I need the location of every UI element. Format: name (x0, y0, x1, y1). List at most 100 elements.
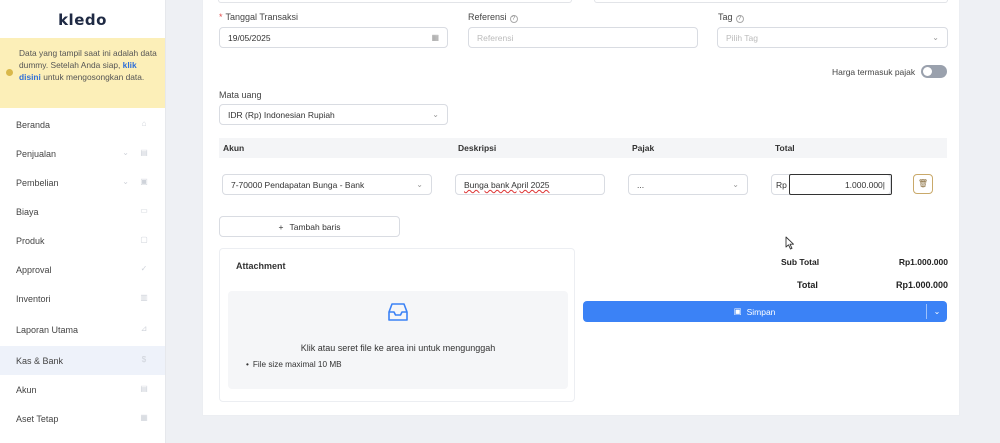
info-dot-icon (6, 69, 13, 76)
subtotal-value: Rp1.000.000 (898, 257, 948, 267)
deskripsi-input[interactable]: Bunga bank April 2025 (455, 174, 605, 195)
plus-icon: + (278, 221, 284, 232)
tanggal-value: 19/05/2025 (228, 33, 271, 43)
sidebar-item-label: Approval (16, 264, 52, 275)
total-amount: Rp1.000.000 (895, 280, 948, 290)
sidebar-item-label: Akun (16, 384, 37, 395)
attachment-section: Attachment Klik atau seret file ke area … (219, 248, 575, 402)
currency-prefix: Rp (776, 180, 787, 190)
inbox-icon (388, 303, 408, 321)
app-logo[interactable]: kledo (0, 0, 165, 40)
mata-uang-select[interactable]: IDR (Rp) Indonesian Rupiah ⌄ (219, 104, 448, 125)
header-deskripsi: Deskripsi (458, 143, 497, 153)
box-icon: ▢ (140, 235, 148, 244)
sidebar-item-label: Inventori (16, 293, 51, 304)
subtotal-label: Sub Total (781, 257, 820, 267)
notice-text-after: untuk mengosongkan data. (43, 72, 145, 82)
sidebar-item-label: Produk (16, 235, 45, 246)
building-icon: ▦ (140, 413, 148, 422)
file-dropzone[interactable]: Klik atau seret file ke area ini untuk m… (228, 291, 568, 389)
basket-icon: ▤ (140, 148, 148, 157)
help-icon[interactable]: ? (509, 15, 518, 23)
toggle-knob (923, 67, 932, 76)
dollar-icon: $ (141, 355, 147, 364)
save-options-button[interactable]: ⌄ (927, 301, 947, 322)
save-label: Simpan (746, 306, 776, 317)
delete-row-button[interactable]: 🗑 (913, 174, 933, 194)
pajak-select[interactable]: ... ⌄ (628, 174, 748, 195)
warehouse-icon: ▥ (140, 293, 148, 302)
mata-uang-label: Mata uang (219, 90, 262, 100)
chevron-down-icon: ⌄ (122, 148, 129, 157)
akun-select[interactable]: 7-70000 Pendapatan Bunga - Bank ⌄ (222, 174, 432, 195)
ledger-icon: ▤ (140, 384, 148, 393)
sidebar-item-inventori[interactable]: Inventori ▥ (0, 284, 165, 313)
tag-label-text: Tag (718, 12, 733, 22)
sidebar-item-penjualan[interactable]: Penjualan ⌄ ▤ (0, 139, 165, 168)
referensi-label: Referensi? (468, 12, 518, 23)
deskripsi-value: Bunga bank April 2025 (464, 180, 550, 190)
attachment-title: Attachment (236, 261, 286, 271)
add-row-label: Tambah baris (289, 221, 341, 232)
tag-label: Tag? (718, 12, 744, 23)
sidebar-nav: Beranda ⌂ Penjualan ⌄ ▤ Pembelian ⌄ ▣ Bi… (0, 110, 165, 433)
tanggal-label-text: Tanggal Transaksi (225, 12, 299, 22)
sidebar-item-pembelian[interactable]: Pembelian ⌄ ▣ (0, 168, 165, 197)
file-size-note: File size maximal 10 MB (246, 360, 342, 369)
save-button-group: ▣ Simpan ⌄ (583, 301, 947, 322)
dummy-data-notice: Data yang tampil saat ini adalah data du… (0, 38, 165, 108)
harga-pajak-toggle[interactable] (921, 65, 947, 78)
total-label: Total (797, 280, 818, 290)
chevron-down-icon: ⌄ (933, 307, 941, 316)
tanggal-transaksi-input[interactable]: 19/05/2025 ▦ (219, 27, 448, 48)
total-input-group: Rp 1.000.000| (771, 174, 892, 195)
mouse-cursor-icon (785, 236, 794, 250)
trash-icon: 🗑 (917, 179, 929, 188)
chevron-down-icon: ⌄ (932, 33, 939, 42)
sidebar-item-approval[interactable]: Approval ✓ (0, 255, 165, 284)
sidebar-item-label: Laporan Utama (16, 324, 79, 335)
referensi-input[interactable]: Referensi (468, 27, 698, 48)
sidebar-item-laporan-utama[interactable]: Laporan Utama ⊿ (0, 313, 165, 346)
help-icon[interactable]: ? (735, 15, 744, 23)
akun-value: 7-70000 Pendapatan Bunga - Bank (231, 180, 365, 190)
dropzone-text: Klik atau seret file ke area ini untuk m… (300, 343, 496, 353)
field-above-left (218, 0, 572, 3)
tag-select[interactable]: Pilih Tag ⌄ (717, 27, 948, 48)
pajak-value: ... (637, 180, 645, 190)
sidebar-item-label: Kas & Bank (16, 355, 64, 366)
sidebar-item-label: Pembelian (16, 177, 59, 188)
table-header: Akun Deskripsi Pajak Total (219, 138, 947, 158)
sidebar-item-akun[interactable]: Akun ▤ (0, 375, 165, 404)
sidebar-item-produk[interactable]: Produk ▢ (0, 226, 165, 255)
sidebar-item-label: Beranda (16, 119, 51, 130)
sidebar-item-kas-bank[interactable]: Kas & Bank $ (0, 346, 165, 375)
harga-pajak-label: Harga termasuk pajak (832, 67, 916, 77)
sidebar-item-beranda[interactable]: Beranda ⌂ (0, 110, 165, 139)
card-icon: ▭ (140, 206, 148, 215)
save-icon: ▣ (733, 306, 742, 316)
home-icon: ⌂ (141, 119, 147, 128)
referensi-label-text: Referensi (468, 12, 507, 22)
calendar-icon: ▦ (431, 33, 439, 42)
tanggal-transaksi-label: * Tanggal Transaksi (219, 12, 298, 22)
sidebar-item-label: Biaya (16, 206, 39, 217)
total-input[interactable]: 1.000.000| (789, 174, 892, 195)
chevron-down-icon: ⌄ (732, 180, 739, 189)
sidebar-item-biaya[interactable]: Biaya ▭ (0, 197, 165, 226)
mata-uang-value: IDR (Rp) Indonesian Rupiah (228, 110, 335, 120)
save-button[interactable]: ▣ Simpan (583, 301, 926, 322)
required-marker: * (219, 12, 223, 22)
chevron-down-icon: ⌄ (432, 110, 439, 119)
sidebar-item-label: Penjualan (16, 148, 57, 159)
sidebar-item-aset-tetap[interactable]: Aset Tetap ▦ (0, 404, 165, 433)
sidebar: kledo Data yang tampil saat ini adalah d… (0, 0, 166, 443)
chevron-down-icon: ⌄ (416, 180, 423, 189)
sidebar-item-label: Aset Tetap (16, 413, 59, 424)
check-icon: ✓ (140, 264, 148, 273)
add-row-button[interactable]: + Tambah baris (219, 216, 400, 237)
tag-placeholder: Pilih Tag (726, 33, 758, 43)
chart-icon: ⊿ (140, 324, 148, 333)
header-pajak: Pajak (632, 143, 655, 153)
field-above-right (594, 0, 948, 3)
